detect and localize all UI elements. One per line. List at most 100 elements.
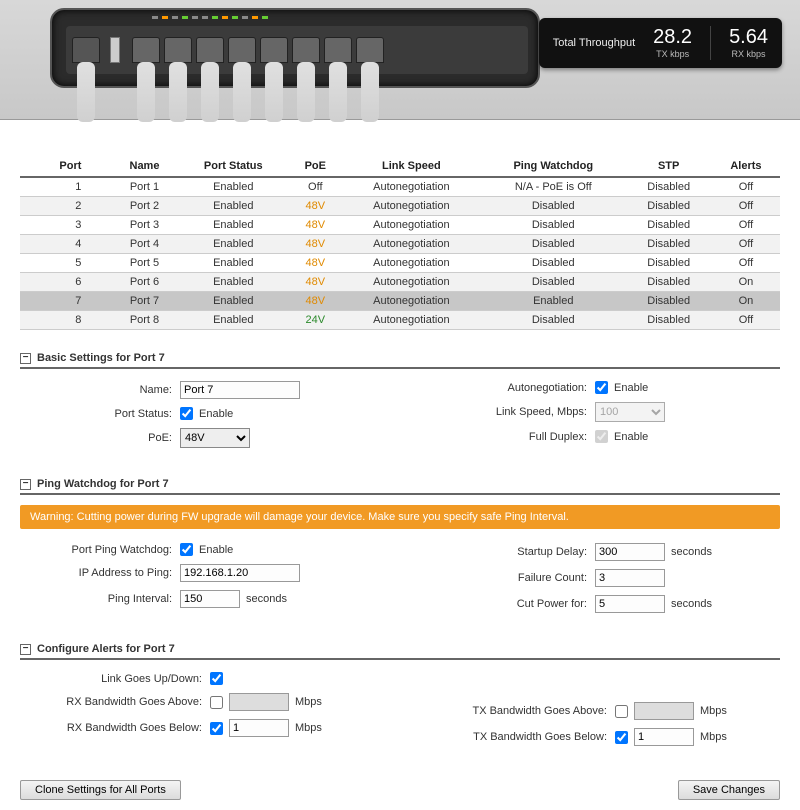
table-row[interactable]: 2Port 2Enabled48VAutonegotiationDisabled…	[20, 197, 780, 216]
cell-name: Port 8	[111, 311, 177, 330]
cell-alerts: Off	[712, 197, 780, 216]
rx-unit: RX kbps	[729, 49, 768, 59]
cell-poe: 48V	[289, 235, 342, 254]
cell-alerts: Off	[712, 311, 780, 330]
cell-alerts: Off	[712, 216, 780, 235]
cell-stp: Disabled	[625, 197, 711, 216]
linkspeed-label: Link Speed, Mbps:	[415, 406, 595, 418]
col-stp[interactable]: STP	[625, 156, 711, 177]
cell-status: Enabled	[178, 177, 289, 197]
status-label: Port Status:	[20, 408, 180, 420]
link-updown-checkbox[interactable]	[210, 672, 223, 685]
table-row[interactable]: 1Port 1EnabledOffAutonegotiationN/A - Po…	[20, 177, 780, 197]
cell-status: Enabled	[178, 216, 289, 235]
throughput-label: Total Throughput	[553, 37, 635, 49]
startup-label: Startup Delay:	[415, 546, 595, 558]
cell-name: Port 2	[111, 197, 177, 216]
table-row[interactable]: 4Port 4Enabled48VAutonegotiationDisabled…	[20, 235, 780, 254]
cell-port: 3	[20, 216, 111, 235]
col-watchdog[interactable]: Ping Watchdog	[481, 156, 625, 177]
cell-stp: Disabled	[625, 254, 711, 273]
cell-stp: Disabled	[625, 177, 711, 197]
clone-settings-button[interactable]: Clone Settings for All Ports	[20, 780, 181, 800]
link-updown-label: Link Goes Up/Down:	[20, 673, 210, 685]
cell-status: Enabled	[178, 292, 289, 311]
col-poe[interactable]: PoE	[289, 156, 342, 177]
rx-below-input[interactable]	[229, 719, 289, 737]
cell-status: Enabled	[178, 311, 289, 330]
col-port[interactable]: Port	[20, 156, 111, 177]
interval-unit: seconds	[246, 593, 287, 605]
col-link[interactable]: Link Speed	[342, 156, 481, 177]
rx-above-input[interactable]	[229, 693, 289, 711]
collapse-icon[interactable]: −	[20, 644, 31, 655]
table-row[interactable]: 7Port 7Enabled48VAutonegotiationEnabledD…	[20, 292, 780, 311]
cell-name: Port 7	[111, 292, 177, 311]
table-row[interactable]: 3Port 3Enabled48VAutonegotiationDisabled…	[20, 216, 780, 235]
tx-above-label: TX Bandwidth Goes Above:	[415, 705, 615, 717]
table-row[interactable]: 8Port 8Enabled24VAutonegotiationDisabled…	[20, 311, 780, 330]
cell-stp: Disabled	[625, 292, 711, 311]
ports-table: Port Name Port Status PoE Link Speed Pin…	[20, 156, 780, 330]
cell-link: Autonegotiation	[342, 273, 481, 292]
device-illustration: Total Throughput 28.2 TX kbps 5.64 RX kb…	[0, 0, 800, 120]
tx-value: 28.2	[653, 27, 692, 47]
cell-poe: 48V	[289, 273, 342, 292]
linkspeed-select[interactable]: 100	[595, 402, 665, 422]
cell-name: Port 3	[111, 216, 177, 235]
save-changes-button[interactable]: Save Changes	[678, 780, 780, 800]
cell-poe: Off	[289, 177, 342, 197]
wd-enable-checkbox[interactable]	[180, 543, 193, 556]
rx-below-checkbox[interactable]	[210, 722, 223, 735]
name-input[interactable]	[180, 381, 300, 399]
cell-name: Port 5	[111, 254, 177, 273]
table-row[interactable]: 5Port 5Enabled48VAutonegotiationDisabled…	[20, 254, 780, 273]
rx-below-unit: Mbps	[295, 722, 322, 734]
duplex-label: Full Duplex:	[415, 431, 595, 443]
cell-poe: 24V	[289, 311, 342, 330]
col-name[interactable]: Name	[111, 156, 177, 177]
failure-label: Failure Count:	[415, 572, 595, 584]
cell-alerts: Off	[712, 254, 780, 273]
cell-watchdog: Disabled	[481, 197, 625, 216]
tx-unit: TX kbps	[653, 49, 692, 59]
watchdog-title: Ping Watchdog for Port 7	[37, 478, 169, 490]
name-label: Name:	[20, 384, 180, 396]
rx-above-checkbox[interactable]	[210, 696, 223, 709]
failure-input[interactable]	[595, 569, 665, 587]
tx-above-input[interactable]	[634, 702, 694, 720]
cell-port: 8	[20, 311, 111, 330]
collapse-icon[interactable]: −	[20, 353, 31, 364]
cell-alerts: On	[712, 273, 780, 292]
col-alerts[interactable]: Alerts	[712, 156, 780, 177]
switch-chassis	[50, 8, 540, 88]
basic-title: Basic Settings for Port 7	[37, 352, 165, 364]
tx-below-input[interactable]	[634, 728, 694, 746]
status-checkbox[interactable]	[180, 407, 193, 420]
cell-status: Enabled	[178, 273, 289, 292]
tx-above-checkbox[interactable]	[615, 705, 628, 718]
col-status[interactable]: Port Status	[178, 156, 289, 177]
autoneg-checkbox[interactable]	[595, 381, 608, 394]
tx-below-checkbox[interactable]	[615, 731, 628, 744]
ip-input[interactable]	[180, 564, 300, 582]
cell-stp: Disabled	[625, 311, 711, 330]
cutpower-input[interactable]	[595, 595, 665, 613]
cell-poe: 48V	[289, 197, 342, 216]
autoneg-cb-label: Enable	[614, 382, 648, 394]
interval-input[interactable]	[180, 590, 240, 608]
interval-label: Ping Interval:	[20, 593, 180, 605]
rx-below-label: RX Bandwidth Goes Below:	[20, 722, 210, 734]
poe-select[interactable]: 48V	[180, 428, 250, 448]
duplex-cb-label: Enable	[614, 431, 648, 443]
wd-enable-cb-label: Enable	[199, 544, 233, 556]
startup-input[interactable]	[595, 543, 665, 561]
cell-stp: Disabled	[625, 273, 711, 292]
table-row[interactable]: 6Port 6Enabled48VAutonegotiationDisabled…	[20, 273, 780, 292]
duplex-checkbox[interactable]	[595, 430, 608, 443]
cell-port: 5	[20, 254, 111, 273]
throughput-panel: Total Throughput 28.2 TX kbps 5.64 RX kb…	[539, 18, 782, 68]
cell-stp: Disabled	[625, 235, 711, 254]
collapse-icon[interactable]: −	[20, 479, 31, 490]
cell-watchdog: Disabled	[481, 216, 625, 235]
